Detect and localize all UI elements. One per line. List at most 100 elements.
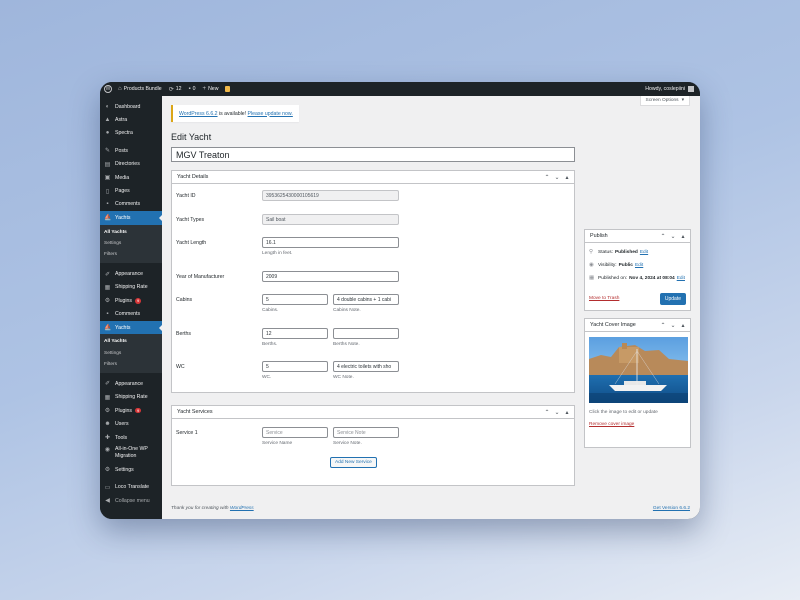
my-account-link[interactable]: Howdy, coslepiini — [645, 86, 694, 92]
sidebar-item-settings[interactable]: ⚙ Settings — [100, 463, 162, 476]
submenu-all-yachts[interactable]: All Yachts — [100, 227, 162, 238]
yacht-types-input[interactable] — [262, 214, 399, 225]
submenu-filters[interactable]: Filters — [100, 249, 162, 260]
footer-wordpress-link[interactable]: WordPress — [230, 506, 254, 511]
sidebar-item-appearance-2[interactable]: ✐ Appearance — [100, 377, 162, 390]
sidebar-item-tools[interactable]: ✚ Tools — [100, 431, 162, 444]
plugins-icon: ⚙ — [104, 298, 111, 305]
app-window: W ⌂ Products Bundle ⟳ 12 ▪ 0 + New Howdy, co… — [100, 82, 700, 519]
plugins-update-badge-2: 9 — [135, 407, 142, 414]
sidebar-item-plugins[interactable]: ⚙ Plugins 9 — [100, 294, 162, 307]
sidebar-item-appearance[interactable]: ✐ Appearance — [100, 267, 162, 280]
sidebar-item-comments[interactable]: ▪ Comments — [100, 198, 162, 211]
remove-cover-image-link[interactable]: Remove cover image — [589, 422, 634, 427]
add-new-service-button[interactable]: Add New Service — [330, 457, 377, 468]
comments-link[interactable]: ▪ 0 — [189, 86, 196, 92]
submenu-settings[interactable]: Settings — [100, 238, 162, 249]
berths-description: Berths. — [262, 342, 278, 347]
cabins-input[interactable] — [262, 294, 328, 305]
new-content-link[interactable]: + New — [203, 86, 219, 92]
sidebar-item-directories[interactable]: ▤ Directories — [100, 158, 162, 171]
notice-version-link[interactable]: WordPress 6.6.2 — [179, 111, 218, 117]
yacht-details-box: Yacht Details ⌃⌄▴ Yacht ID Yacht Types Y… — [171, 170, 575, 393]
plugins-icon: ⚙ — [104, 408, 111, 415]
appearance-icon: ✐ — [104, 381, 111, 388]
toggle-panel-icon[interactable]: ▴ — [678, 233, 688, 240]
submenu-all-yachts-2[interactable]: All Yachts — [100, 336, 162, 347]
avatar — [688, 86, 694, 92]
move-down-icon[interactable]: ⌄ — [668, 322, 678, 329]
sidebar-item-spectra[interactable]: ● Spectra — [100, 127, 162, 140]
sidebar-item-comments-2[interactable]: ▪ Comments — [100, 308, 162, 321]
sidebar-item-pages[interactable]: ▯ Pages — [100, 184, 162, 197]
berths-note-description: Berths Note. — [333, 342, 360, 347]
sidebar-item-media[interactable]: ▣ Media — [100, 171, 162, 184]
footer-credit: Thank you for creating with WordPress — [171, 506, 254, 511]
sidebar-item-dashboard[interactable]: ◐ Dashboard — [100, 100, 162, 113]
sidebar-item-users[interactable]: ☻ Users — [100, 417, 162, 430]
service-name-input[interactable] — [262, 427, 328, 438]
tools-icon: ✚ — [104, 435, 111, 441]
plugin-toolbar-item[interactable] — [225, 86, 231, 92]
submenu-settings-2[interactable]: Settings — [100, 348, 162, 359]
updates-icon: ⟳ — [168, 86, 174, 93]
toggle-panel-icon[interactable]: ▴ — [678, 322, 688, 329]
edit-date-link[interactable]: Edit — [677, 276, 685, 281]
cabins-note-input[interactable] — [333, 294, 399, 305]
wc-note-description: WC Note. — [333, 375, 354, 380]
toggle-panel-icon[interactable]: ▴ — [562, 409, 572, 416]
site-name-link[interactable]: ⌂ Products Bundle — [118, 86, 162, 92]
sidebar-item-astra[interactable]: ▲ Astra — [100, 113, 162, 126]
service-note-input[interactable] — [333, 427, 399, 438]
home-icon: ⌂ — [118, 86, 122, 92]
sidebar-item-yachts-2[interactable]: ⛵ Yachts — [100, 320, 162, 335]
move-up-icon[interactable]: ⌃ — [658, 233, 668, 240]
sidebar-item-shipping-rate-2[interactable]: ▦ Shipping Rate — [100, 391, 162, 404]
year-input[interactable] — [262, 271, 399, 282]
post-title-input[interactable] — [171, 147, 575, 162]
berths-note-input[interactable] — [333, 328, 399, 339]
sidebar-item-posts[interactable]: ✎ Posts — [100, 144, 162, 157]
move-to-trash-link[interactable]: Move to Trash — [589, 296, 619, 301]
cabins-description: Cabins. — [262, 308, 279, 313]
spectra-icon: ● — [105, 130, 110, 137]
sidebar-item-yachts[interactable]: ⛵ Yachts — [100, 211, 162, 225]
yacht-cover-image[interactable] — [589, 337, 688, 403]
wordpress-logo-icon[interactable]: W — [104, 85, 112, 93]
wc-input[interactable] — [262, 361, 328, 372]
move-up-icon[interactable]: ⌃ — [542, 174, 552, 181]
move-down-icon[interactable]: ⌄ — [552, 409, 562, 416]
yacht-length-input[interactable] — [262, 237, 399, 248]
footer-version-link[interactable]: Get Version 6.6.2 — [653, 506, 690, 511]
directories-icon: ▤ — [104, 161, 111, 168]
collapse-menu-button[interactable]: ◀ Collapse menu — [100, 494, 162, 507]
sidebar-item-loco-translate[interactable]: ▭ Loco Translate — [100, 481, 162, 494]
plugins-update-badge: 9 — [135, 298, 142, 304]
update-button[interactable]: Update — [659, 293, 686, 305]
yacht-icon: ⛵ — [104, 215, 112, 222]
move-up-icon[interactable]: ⌃ — [658, 322, 668, 329]
translate-icon: ▭ — [104, 484, 111, 491]
move-down-icon[interactable]: ⌄ — [552, 174, 562, 181]
users-icon: ☻ — [104, 421, 111, 428]
edit-status-link[interactable]: Edit — [640, 250, 648, 255]
notice-update-link[interactable]: Please update now. — [248, 111, 293, 117]
yacht-id-input[interactable] — [262, 190, 399, 201]
berths-input[interactable] — [262, 328, 328, 339]
sidebar-item-migration[interactable]: ◉ All-in-One WP Migration — [100, 444, 162, 463]
sidebar-item-shipping-rate[interactable]: ▦ Shipping Rate — [100, 281, 162, 294]
wc-note-input[interactable] — [333, 361, 399, 372]
yacht-services-header: Yacht Services ⌃ ⌄ ▴ — [172, 406, 574, 419]
updates-link[interactable]: ⟳ 12 — [169, 86, 182, 93]
yacht-id-label: Yacht ID — [176, 193, 196, 199]
sidebar-item-plugins-2[interactable]: ⚙ Plugins 9 — [100, 404, 162, 417]
shipping-icon: ▦ — [104, 394, 111, 401]
admin-bar: W ⌂ Products Bundle ⟳ 12 ▪ 0 + New Howdy, co… — [100, 82, 700, 96]
toggle-panel-icon[interactable]: ▴ — [562, 174, 572, 181]
edit-visibility-link[interactable]: Edit — [635, 263, 643, 268]
submenu-filters-2[interactable]: Filters — [100, 359, 162, 370]
screen-options-button[interactable]: Screen Options ▾ — [639, 96, 690, 106]
year-label: Year of Manufacturer — [176, 274, 225, 280]
move-down-icon[interactable]: ⌄ — [668, 233, 678, 240]
move-up-icon[interactable]: ⌃ — [542, 409, 552, 416]
